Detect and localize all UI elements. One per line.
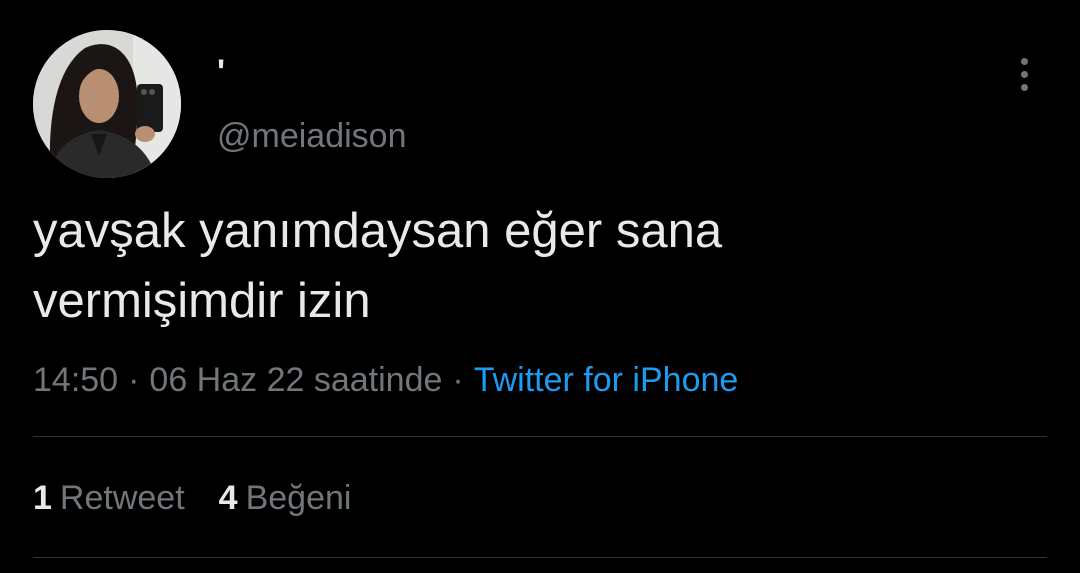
more-dot <box>1020 83 1028 91</box>
display-name[interactable]: ' <box>217 52 225 92</box>
more-dot <box>1020 70 1028 78</box>
tweet-metadata: 14:50 · 06 Haz 22 saatinde · Twitter for iPh… <box>33 358 738 402</box>
divider <box>33 557 1047 558</box>
meta-separator: · <box>128 361 140 399</box>
retweets-label: Retweet <box>59 479 185 517</box>
tweet-time[interactable]: 14:50 <box>33 361 118 399</box>
avatar[interactable] <box>33 30 181 178</box>
tweet-detail: ' @meiadison yavşak yanımdaysan eğer san… <box>0 0 1080 573</box>
meta-separator: · <box>452 361 464 399</box>
divider <box>33 436 1047 437</box>
more-options-icon[interactable] <box>1004 54 1044 94</box>
more-dot <box>1020 57 1028 65</box>
likes-count: 4 <box>218 479 238 517</box>
tweet-source-link[interactable]: Twitter for iPhone <box>474 361 739 399</box>
tweet-text-line: yavşak yanımdaysan eğer sana <box>33 204 723 258</box>
avatar-image <box>33 30 181 178</box>
tweet-text-line: vermişimdir izin <box>33 274 371 328</box>
likes-label: Beğeni <box>245 479 352 517</box>
tweet-text: yavşak yanımdaysan eğer sana vermişimdir… <box>33 196 1033 336</box>
tweet-date[interactable]: 06 Haz 22 saatinde <box>149 361 442 399</box>
likes-stat[interactable]: 4 Beğeni <box>219 476 352 520</box>
tweet-stats: 1 Retweet 4 Beğeni <box>33 476 351 520</box>
retweets-stat[interactable]: 1 Retweet <box>33 476 185 520</box>
retweets-count: 1 <box>33 479 52 517</box>
user-handle[interactable]: @meiadison <box>217 116 407 156</box>
